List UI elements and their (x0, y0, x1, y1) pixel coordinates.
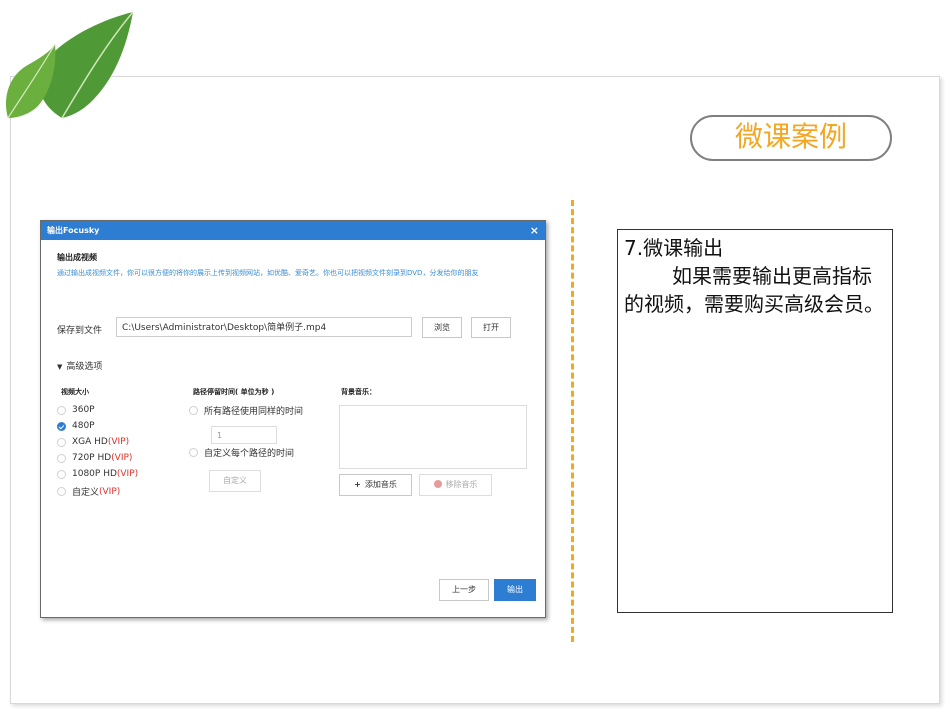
radio-icon (57, 437, 66, 447)
radio-checked-icon (57, 421, 66, 431)
section-description: 通过输出成视频文件，你可以很方便的将你的展示上传到视频网站，如优酷、爱奇艺。你也… (57, 269, 479, 277)
radio-icon (57, 487, 66, 496)
size-option-360p[interactable]: 360P (57, 405, 95, 415)
export-dialog: 输出Focusky × 输出成视频 通过输出成视频文件，你可以很方便的将你的展示… (40, 220, 546, 618)
remove-music-button[interactable]: 移除音乐 (419, 474, 492, 496)
advanced-options-label: 高级选项 (66, 362, 103, 372)
size-option-custom[interactable]: 自定义 (VIP) (57, 485, 120, 498)
save-to-file-label: 保存到文件 (57, 326, 103, 336)
path-time-title: 路径停留时间( 单位为秒 ) (193, 388, 275, 396)
dialog-title: 输出Focusky (47, 226, 100, 235)
radio-icon (57, 405, 66, 415)
advanced-options-toggle[interactable]: ▼ 高级选项 (57, 359, 102, 372)
radio-icon (57, 469, 66, 479)
size-option-xga-hd[interactable]: XGA HD (VIP) (57, 437, 129, 447)
remove-icon (433, 480, 442, 488)
leaf-decoration-icon (6, 11, 134, 119)
browse-button[interactable]: 浏览 (422, 317, 462, 338)
divider (571, 200, 574, 642)
custom-time-option[interactable]: 自定义每个路径的时间 (189, 446, 294, 459)
open-button[interactable]: 打开 (471, 317, 511, 338)
caret-down-icon: ▼ (57, 363, 63, 371)
text-body: 如果需要输出更高指标的视频，需要购买高级会员。 (624, 264, 884, 316)
size-option-720p-hd[interactable]: 720P HD (VIP) (57, 453, 132, 463)
radio-icon (57, 453, 66, 463)
same-time-option[interactable]: 所有路径使用同样的时间 (189, 404, 303, 417)
video-size-title: 视频大小 (61, 388, 89, 396)
section-badge: 微课案例 (690, 115, 892, 161)
time-input[interactable]: 1 (211, 426, 277, 444)
previous-button[interactable]: 上一步 (439, 579, 489, 601)
music-list[interactable] (339, 405, 527, 469)
size-option-480p[interactable]: 480P (57, 421, 95, 431)
size-option-1080p-hd[interactable]: 1080P HD (VIP) (57, 469, 138, 479)
text-box: 7.微课输出 如果需要输出更高指标的视频，需要购买高级会员。 (617, 229, 893, 613)
music-title: 背景音乐： (341, 388, 376, 396)
add-music-button[interactable]: + 添加音乐 (339, 474, 412, 496)
section-title: 输出成视频 (57, 253, 97, 262)
close-icon[interactable]: × (530, 221, 539, 240)
export-button[interactable]: 输出 (494, 579, 536, 601)
custom-time-button[interactable]: 自定义 (209, 470, 261, 492)
dialog-titlebar: 输出Focusky × (41, 221, 545, 240)
radio-icon (189, 448, 198, 457)
plus-icon: + (354, 480, 361, 489)
radio-icon (189, 406, 198, 415)
text-heading: 7.微课输出 (624, 236, 724, 260)
save-path-input[interactable]: C:\Users\Administrator\Desktop\简单例子.mp4 (116, 317, 412, 337)
